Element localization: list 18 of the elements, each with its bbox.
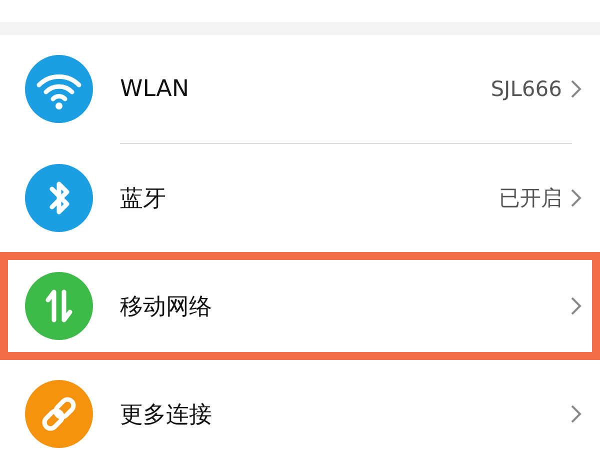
bluetooth-icon — [25, 164, 93, 232]
item-label: 蓝牙 — [120, 184, 167, 214]
chevron-right-icon — [570, 296, 582, 316]
item-label: 移动网络 — [120, 292, 213, 322]
chevron-right-icon — [570, 404, 582, 424]
link-icon — [25, 380, 93, 448]
wifi-icon — [25, 55, 93, 123]
chevron-right-icon — [570, 79, 582, 99]
settings-item[interactable]: 蓝牙 已开启 — [0, 144, 600, 252]
settings-item[interactable]: 移动网络 — [0, 252, 600, 360]
data-icon — [25, 272, 93, 340]
item-label: 更多连接 — [120, 400, 213, 430]
chevron-right-icon — [570, 188, 582, 208]
settings-item[interactable]: WLAN SJL666 — [0, 35, 600, 143]
settings-item[interactable]: 更多连接 — [0, 360, 600, 450]
status-value: SJL666 — [490, 77, 562, 101]
item-label: WLAN — [120, 76, 190, 102]
status-value: 已开启 — [499, 185, 562, 212]
